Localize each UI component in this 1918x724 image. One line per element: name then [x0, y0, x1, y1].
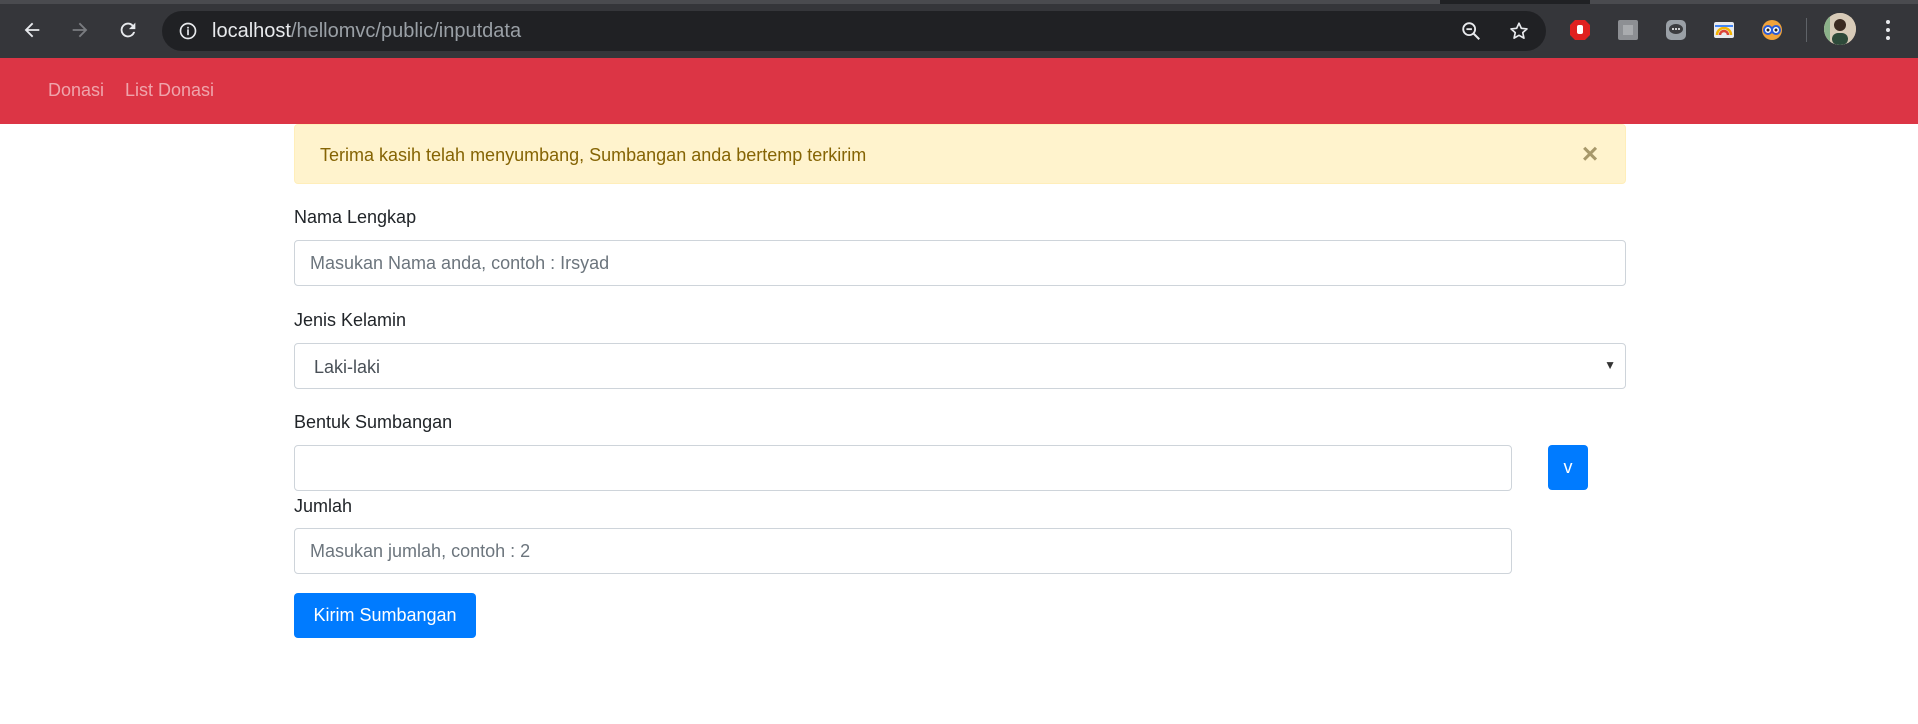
extension-chat-icon[interactable]	[1663, 17, 1689, 43]
reload-icon	[120, 22, 136, 38]
jenis-kelamin-selected: Laki-laki	[314, 357, 381, 377]
jenis-kelamin-label: Jenis Kelamin	[294, 310, 407, 330]
back-button[interactable]	[14, 13, 50, 47]
bentuk-sumbangan-label: Bentuk Sumbangan	[294, 412, 453, 432]
bookmark-star-icon[interactable]	[1508, 20, 1530, 42]
menu-kebab-icon[interactable]	[1876, 16, 1900, 44]
nav-link-donasi[interactable]: Donasi	[48, 80, 104, 101]
success-alert: Terima kasih telah menyumbang, Sumbangan…	[294, 124, 1626, 184]
kirim-sumbangan-button[interactable]: Kirim Sumbangan	[294, 593, 476, 638]
url-host: localhost	[212, 20, 291, 42]
url-text: localhost/hellomvc/public/inputdata	[212, 20, 521, 42]
alert-close-button[interactable]: ×	[1577, 139, 1603, 169]
browser-toolbar: localhost/hellomvc/public/inputdata	[0, 0, 1918, 58]
forward-button[interactable]	[62, 13, 98, 47]
navbar: Donasi List Donasi	[0, 58, 1918, 124]
profile-avatar-icon[interactable]	[1824, 13, 1856, 45]
bentuk-sumbangan-button[interactable]: v	[1548, 445, 1588, 490]
toolbar-divider	[1806, 18, 1807, 42]
caret-down-icon: ▼	[1604, 358, 1616, 372]
forward-icon	[72, 22, 88, 38]
site-info-icon[interactable]	[178, 21, 198, 41]
extension-glasses-icon[interactable]	[1759, 17, 1785, 43]
jumlah-input[interactable]	[294, 528, 1512, 574]
url-path: /hellomvc/public/inputdata	[290, 20, 522, 42]
extension-stop-icon[interactable]	[1567, 17, 1593, 43]
back-icon	[24, 22, 40, 38]
zoom-out-icon[interactable]	[1460, 20, 1482, 42]
nav-link-list-donasi[interactable]: List Donasi	[125, 80, 214, 101]
alert-message: Terima kasih telah menyumbang, Sumbangan…	[320, 145, 867, 165]
extension-rainbow-icon[interactable]	[1711, 17, 1737, 43]
nama-label: Nama Lengkap	[294, 207, 417, 227]
jenis-kelamin-select[interactable]: Laki-laki ▼	[294, 343, 1626, 389]
reload-button[interactable]	[110, 13, 146, 47]
tab-strip-edge	[0, 0, 1918, 4]
nama-input[interactable]	[294, 240, 1626, 286]
extension-grey-icon[interactable]	[1615, 17, 1641, 43]
bentuk-sumbangan-input[interactable]	[294, 445, 1512, 491]
jumlah-label: Jumlah	[294, 496, 353, 516]
address-bar[interactable]: localhost/hellomvc/public/inputdata	[162, 11, 1546, 51]
